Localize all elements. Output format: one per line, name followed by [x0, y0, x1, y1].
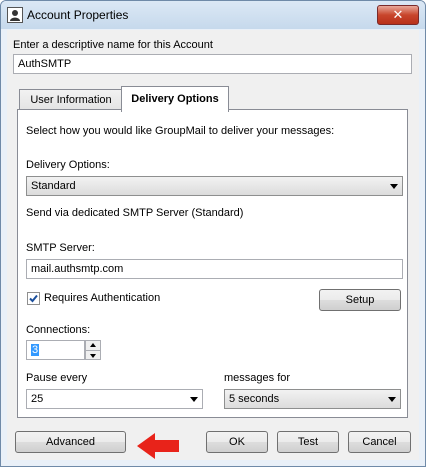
- messages-for-value: 5 seconds: [229, 393, 280, 405]
- arrow-up-icon: [90, 343, 96, 347]
- close-button[interactable]: ✕: [377, 5, 419, 25]
- spin-down-button[interactable]: [86, 351, 100, 360]
- connections-field[interactable]: 3: [26, 340, 85, 360]
- delivery-options-panel: Select how you would like GroupMail to d…: [17, 109, 408, 418]
- checkmark-icon: [29, 294, 38, 303]
- arrow-down-icon: [90, 354, 96, 358]
- tab-delivery-options[interactable]: Delivery Options: [121, 86, 229, 112]
- dialog-body: Enter a descriptive name for this Accoun…: [7, 30, 419, 460]
- smtp-server-label: SMTP Server:: [26, 242, 95, 254]
- cancel-button-label: Cancel: [362, 436, 397, 448]
- delivery-intro-text: Select how you would like GroupMail to d…: [26, 125, 335, 137]
- tab-delivery-options-label: Delivery Options: [131, 93, 219, 105]
- test-button[interactable]: Test: [277, 431, 339, 453]
- tab-user-information-label: User Information: [30, 94, 112, 106]
- delivery-options-label: Delivery Options:: [26, 159, 110, 171]
- close-icon: ✕: [392, 7, 404, 22]
- tab-user-information[interactable]: User Information: [19, 89, 123, 111]
- delivery-options-value: Standard: [31, 180, 76, 192]
- window-title: Account Properties: [27, 8, 129, 22]
- requires-authentication-checkbox[interactable]: [27, 292, 40, 305]
- messages-for-label: messages for: [224, 372, 291, 384]
- smtp-server-field[interactable]: mail.authsmtp.com: [26, 259, 403, 279]
- cancel-button[interactable]: Cancel: [348, 431, 411, 453]
- requires-authentication-label: Requires Authentication: [44, 292, 161, 304]
- account-name-field[interactable]: AuthSMTP: [13, 54, 412, 74]
- delivery-options-dropdown[interactable]: Standard: [26, 176, 403, 196]
- connections-value: 3: [31, 344, 40, 356]
- test-button-label: Test: [297, 436, 319, 448]
- connections-spinner[interactable]: [85, 340, 101, 360]
- pause-every-label: Pause every: [26, 372, 88, 384]
- user-icon: [7, 7, 23, 23]
- setup-button[interactable]: Setup: [319, 289, 401, 311]
- chevron-down-icon: [388, 397, 396, 402]
- title-bar: Account Properties ✕: [1, 1, 425, 29]
- pause-every-value: 25: [31, 393, 44, 405]
- setup-button-label: Setup: [345, 294, 375, 306]
- account-name-label: Enter a descriptive name for this Accoun…: [13, 39, 213, 51]
- advanced-button[interactable]: Advanced: [15, 431, 126, 453]
- red-arrow-icon: [137, 433, 179, 459]
- account-properties-window: Account Properties ✕ Enter a descriptive…: [0, 0, 426, 467]
- spin-up-button[interactable]: [86, 341, 100, 351]
- advanced-button-label: Advanced: [46, 436, 95, 448]
- delivery-description: Send via dedicated SMTP Server (Standard…: [26, 207, 244, 219]
- connections-label: Connections:: [26, 324, 91, 336]
- chevron-down-icon: [190, 397, 198, 402]
- ok-button[interactable]: OK: [206, 431, 268, 453]
- chevron-down-icon: [390, 184, 398, 189]
- pause-every-dropdown[interactable]: 25: [26, 389, 203, 409]
- ok-button-label: OK: [229, 436, 245, 448]
- messages-for-dropdown[interactable]: 5 seconds: [224, 389, 401, 409]
